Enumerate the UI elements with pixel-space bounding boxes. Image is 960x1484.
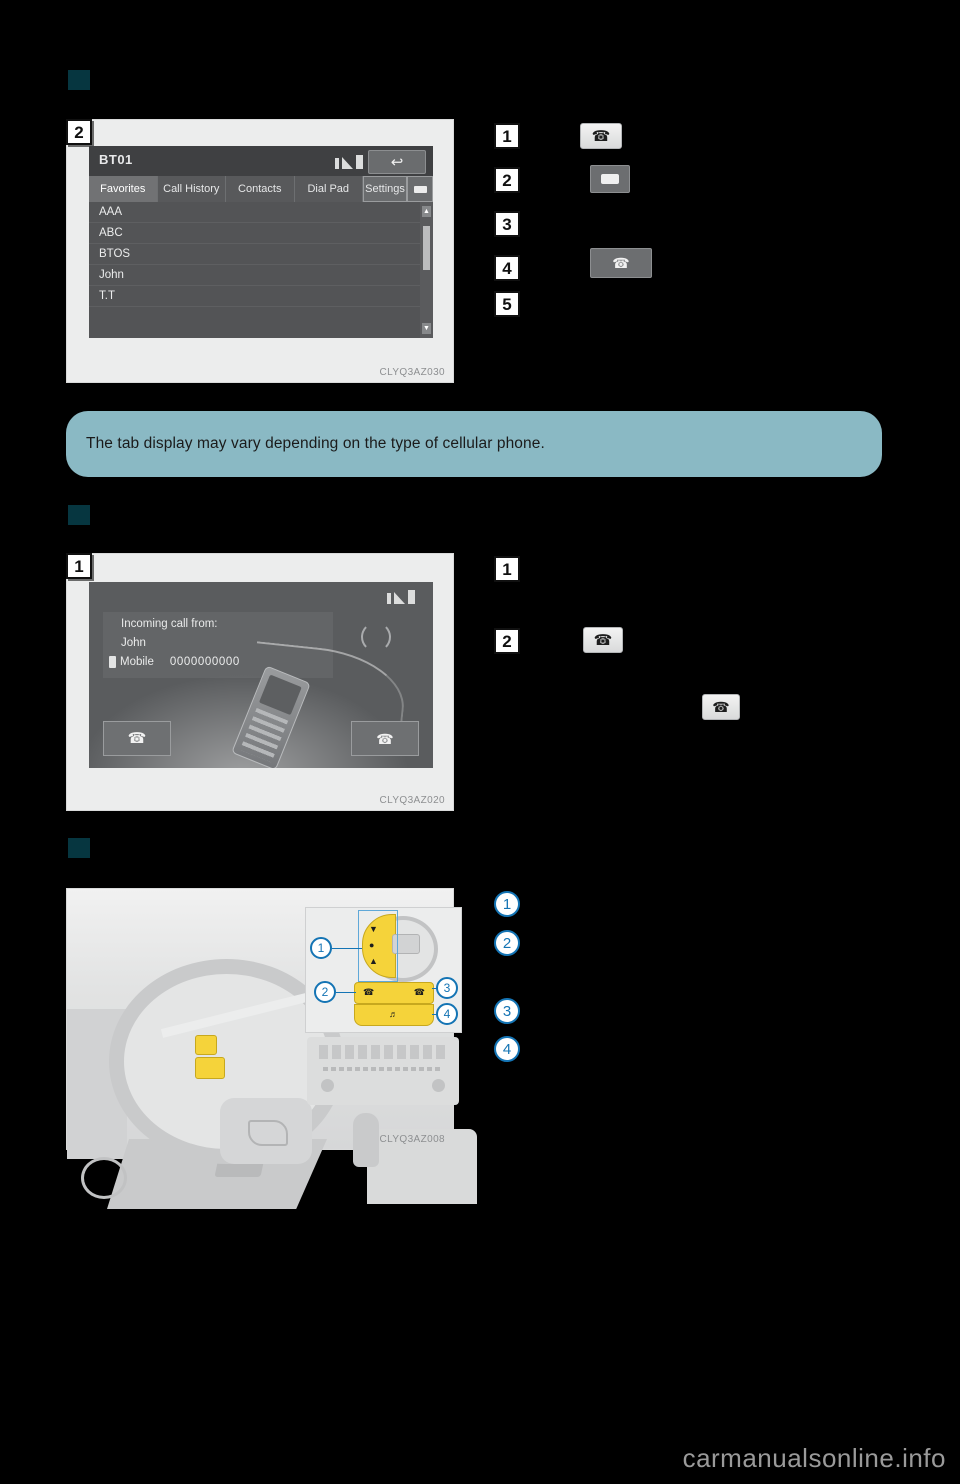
display-off-button-icon (590, 165, 630, 193)
scroll-down-arrow-icon[interactable]: ▼ (422, 323, 431, 334)
battery-icon (408, 590, 415, 604)
ringing-indicator-icon (361, 622, 391, 652)
onhook-phone-button-icon: ☎ (590, 248, 652, 278)
cabin-illustration: ▼ ● ▲ ☎ ☎ ♬ 1 2 3 4 (67, 889, 477, 1209)
battery-icon (356, 155, 363, 169)
inset-voice-pad: ♬ (354, 1004, 434, 1026)
tab-settings[interactable]: Settings (363, 176, 407, 202)
tab-bar: Favorites Call History Contacts Dial Pad… (89, 176, 433, 202)
figure-incoming-call: 1 Incoming call from: John Mobile 000000… (66, 553, 454, 811)
figure-phone-list: 2 BT01 ↩ Favorites Call History Contacts… (66, 119, 454, 383)
status-icon-group (335, 154, 363, 169)
display-off-icon (413, 185, 427, 193)
callout-2: 2 (494, 167, 520, 193)
signal-icon (394, 592, 405, 604)
list-item[interactable]: AAA (89, 202, 433, 223)
list-item[interactable]: BTOS (89, 244, 433, 265)
tab-contacts[interactable]: Contacts (226, 176, 295, 202)
decline-call-button[interactable]: ☎ (351, 721, 419, 756)
site-watermark: carmanualsonline.info (682, 1443, 946, 1473)
inset-talk-hangup-pad: ☎ ☎ (354, 982, 434, 1004)
offhook-phone-icon: ☎ (127, 730, 147, 747)
inset-callout-1: 1 (310, 937, 332, 959)
figure3-code: CLYQ3AZ008 (379, 1134, 445, 1145)
caller-info-panel: Incoming call from: John Mobile 00000000… (103, 612, 333, 678)
onhook-phone-icon: ☎ (376, 730, 394, 747)
figure1-code: CLYQ3AZ030 (379, 367, 445, 378)
status-icon-group (387, 589, 415, 604)
list-item[interactable]: John (89, 265, 433, 286)
figure1-badge: 2 (66, 119, 92, 145)
manual-page: 2 BT01 ↩ Favorites Call History Contacts… (0, 0, 960, 1484)
section-marker-steering-switches (68, 838, 90, 858)
call-status-bar (89, 582, 433, 608)
callout-1: 1 (494, 556, 520, 582)
answer-call-button[interactable]: ☎ (103, 721, 171, 756)
list-scrollbar[interactable]: ▲ ▼ (420, 202, 433, 338)
callout-circle-4: 4 (494, 1036, 520, 1062)
callout-4: 4 (494, 255, 520, 281)
section-marker-incoming-call (68, 505, 90, 525)
favorites-list: AAA ABC BTOS John T.T ▲ ▼ (89, 202, 433, 338)
signal-icon (342, 157, 353, 169)
incoming-call-screen: Incoming call from: John Mobile 00000000… (89, 582, 433, 768)
callout-1: 1 (494, 123, 520, 149)
display-off-button[interactable] (407, 176, 433, 202)
mobile-phone-icon (109, 656, 116, 668)
scroll-up-arrow-icon[interactable]: ▲ (422, 206, 431, 217)
tab-dial-pad[interactable]: Dial Pad (294, 176, 363, 202)
callout-3: 3 (494, 211, 520, 237)
figure2-code: CLYQ3AZ020 (379, 795, 445, 806)
info-banner-text: The tab display may vary depending on th… (86, 435, 545, 452)
inset-callout-4: 4 (436, 1003, 458, 1025)
tab-favorites[interactable]: Favorites (89, 176, 158, 202)
screen-status-bar: BT01 ↩ (89, 146, 433, 176)
onhook-phone-key-icon: ☎ (702, 694, 740, 720)
section-marker-phone-list (68, 70, 90, 90)
back-arrow-icon: ↩ (390, 153, 404, 171)
head-unit-screen: BT01 ↩ Favorites Call History Contacts D… (89, 146, 433, 338)
highlight-switch-pad (195, 1057, 225, 1079)
brand-logo (248, 1120, 288, 1146)
bluetooth-icon (335, 158, 339, 169)
offhook-phone-key-icon: ☎ (583, 627, 623, 653)
scrollbar-thumb[interactable] (423, 226, 430, 270)
center-console (307, 1037, 459, 1105)
incoming-call-label: Incoming call from: (121, 618, 218, 630)
info-banner: The tab display may vary depending on th… (66, 411, 882, 477)
figure2-badge: 1 (66, 553, 92, 579)
caller-name: John (121, 637, 146, 649)
inset-callout-3: 3 (436, 977, 458, 999)
gear-shifter (353, 1113, 379, 1167)
bluetooth-icon (387, 593, 391, 604)
tab-call-history[interactable]: Call History (157, 176, 226, 202)
callout-circle-2: 2 (494, 930, 520, 956)
highlight-dial (195, 1035, 217, 1055)
callout-2: 2 (494, 628, 520, 654)
list-item[interactable]: ABC (89, 223, 433, 244)
inset-callout-2: 2 (314, 981, 336, 1003)
offhook-phone-key-icon: ☎ (580, 123, 622, 149)
phone-type-label: Mobile (120, 656, 154, 668)
callout-5: 5 (494, 291, 520, 317)
figure-steering-switches: ▼ ● ▲ ☎ ☎ ♬ 1 2 3 4 CLYQ3AZ008 (66, 888, 477, 1209)
callout-circle-3: 3 (494, 998, 520, 1024)
device-name-label: BT01 (99, 152, 133, 167)
list-item[interactable]: T.T (89, 286, 433, 307)
caller-number: 0000000000 (169, 656, 240, 668)
back-button[interactable]: ↩ (368, 150, 426, 174)
switch-detail-inset: ▼ ● ▲ ☎ ☎ ♬ 1 2 3 4 (305, 907, 462, 1033)
callout-circle-1: 1 (494, 891, 520, 917)
